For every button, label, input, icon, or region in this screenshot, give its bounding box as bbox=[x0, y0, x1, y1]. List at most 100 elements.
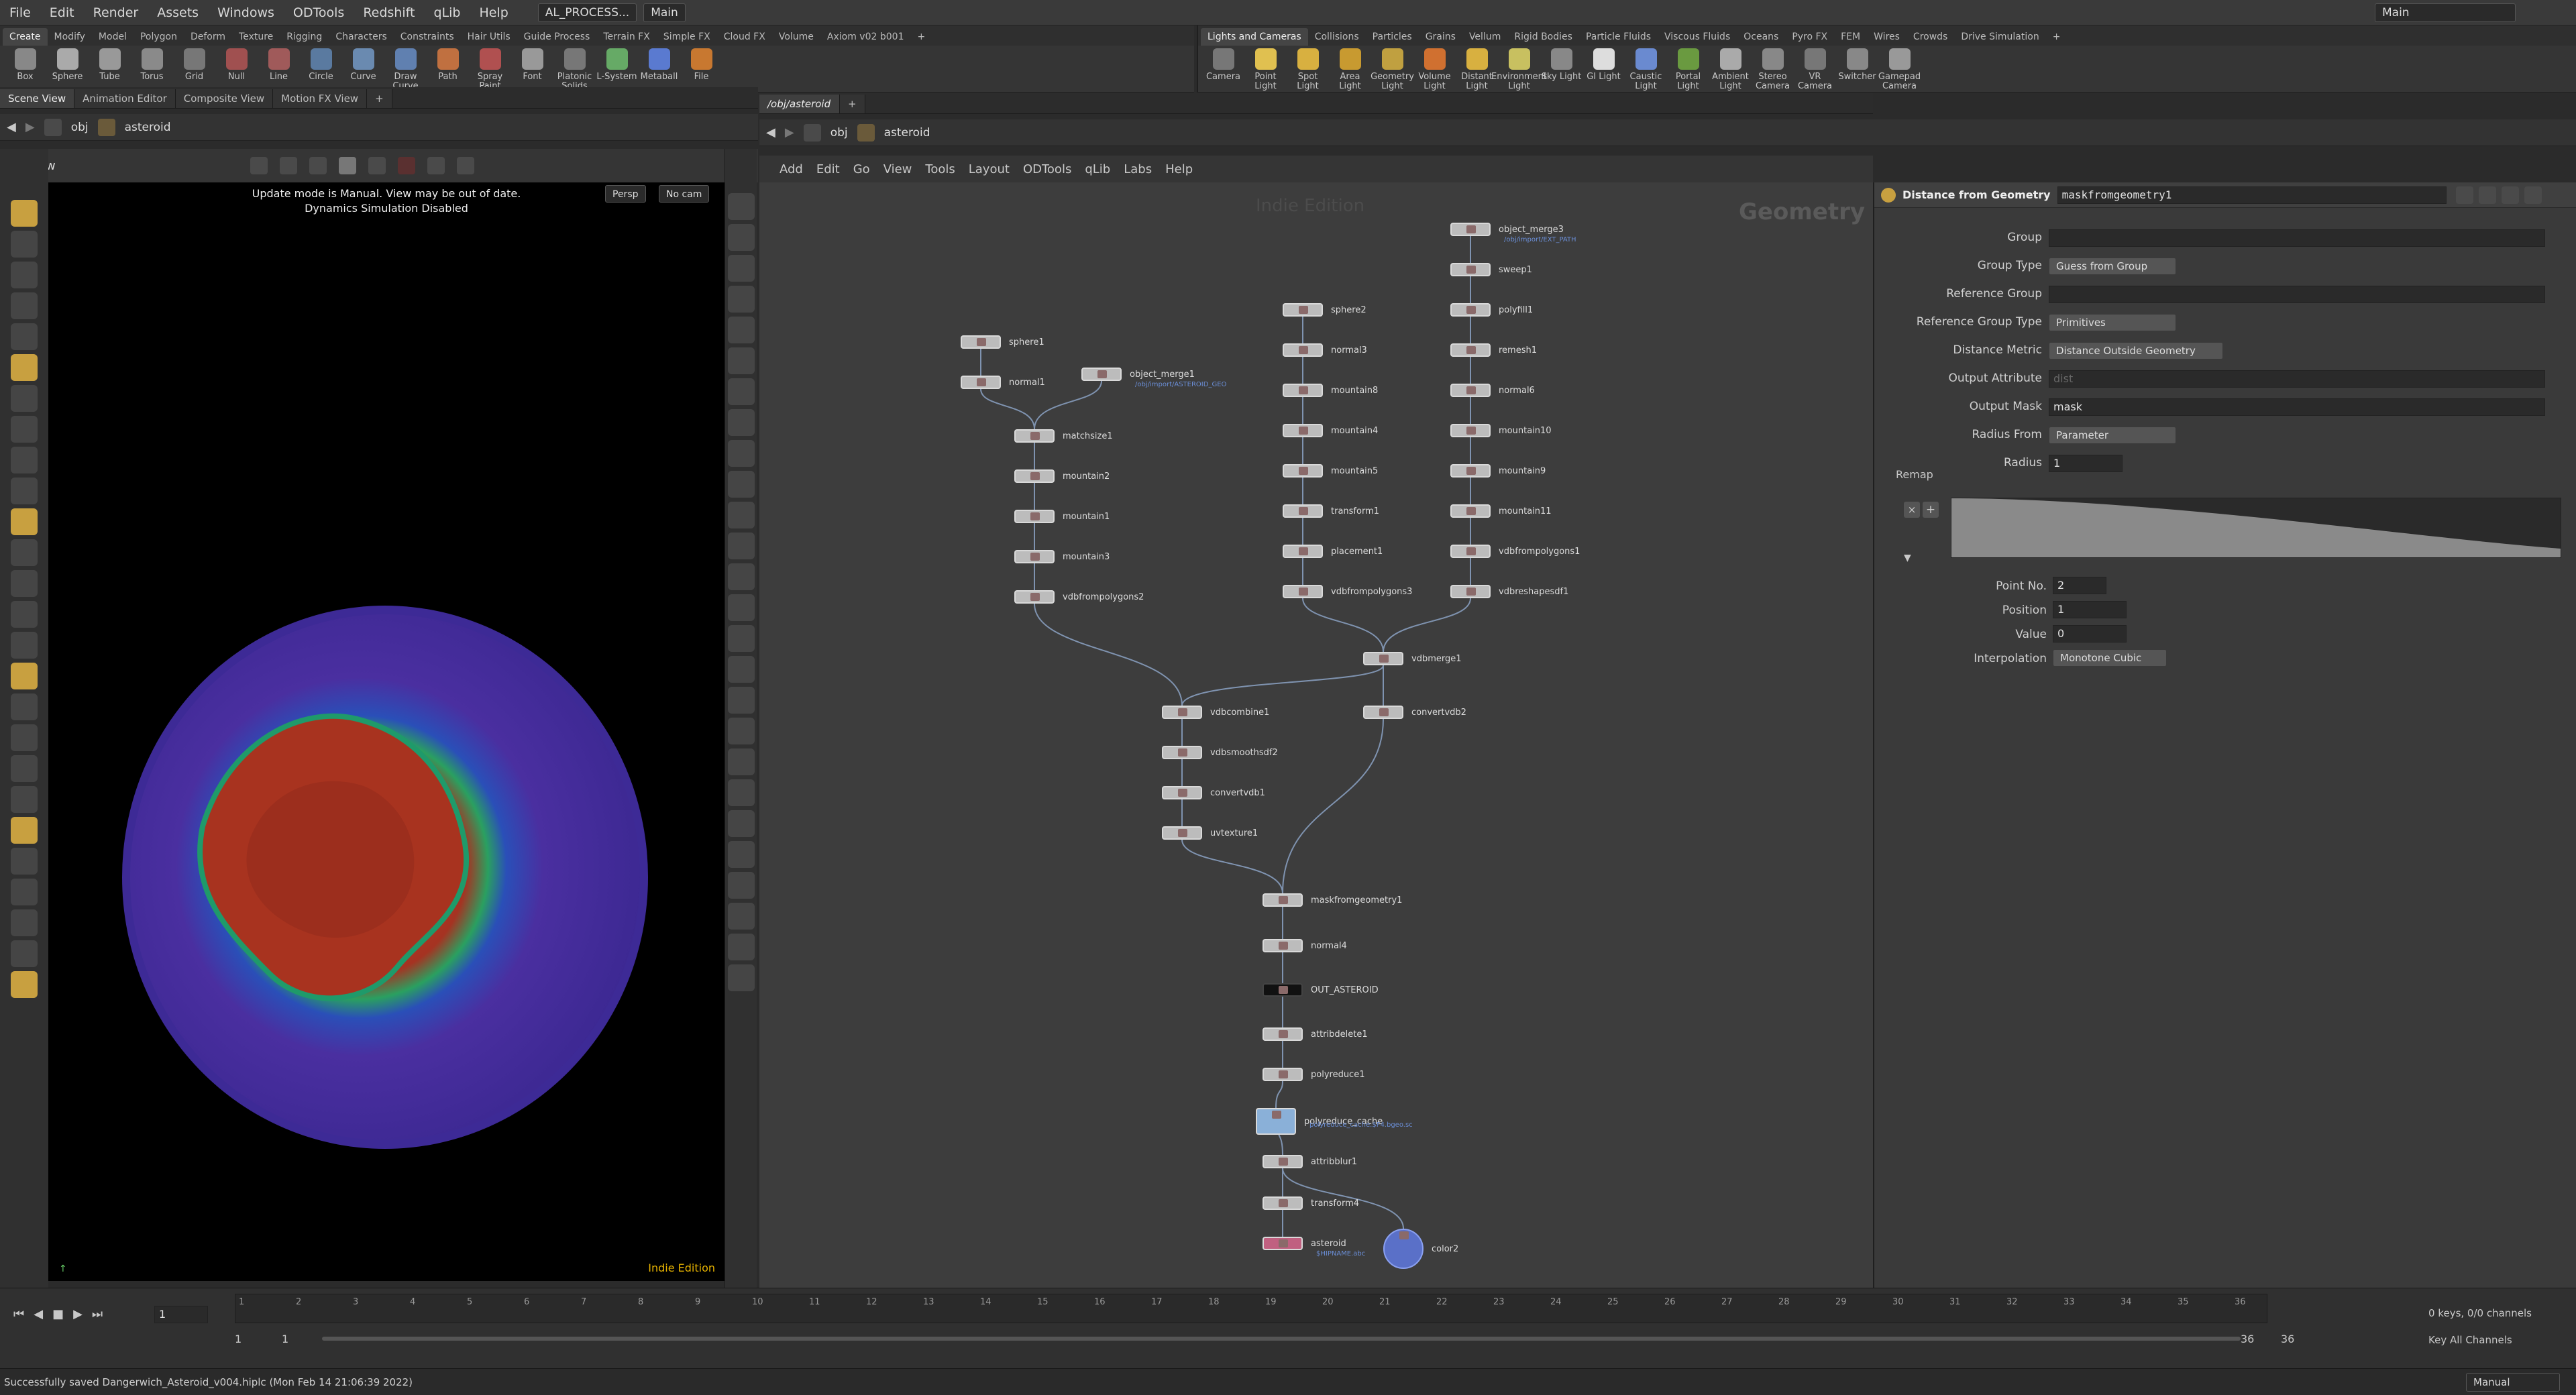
node-body[interactable] bbox=[1363, 652, 1403, 665]
network-node[interactable]: mountain5 bbox=[1283, 464, 1378, 478]
viewport-tool-icon[interactable] bbox=[11, 786, 38, 813]
shelf-tool[interactable]: Sphere bbox=[46, 48, 89, 82]
step-back-icon[interactable]: ◀ bbox=[34, 1307, 43, 1321]
viewport-tool-icon[interactable] bbox=[11, 539, 38, 566]
net-path-root[interactable]: obj bbox=[830, 126, 848, 140]
position-field[interactable]: 1 bbox=[2053, 601, 2127, 618]
network-node[interactable]: sweep1 bbox=[1450, 263, 1532, 276]
shelf-tool[interactable]: Point Light bbox=[1244, 48, 1287, 91]
shelf-tool[interactable]: Draw Curve bbox=[384, 48, 427, 91]
node-body[interactable] bbox=[961, 376, 1001, 389]
node-body[interactable] bbox=[1383, 1229, 1424, 1269]
node-body[interactable] bbox=[1263, 1155, 1303, 1168]
start-frame[interactable]: 1 bbox=[235, 1333, 241, 1345]
shelf-tool[interactable]: VR Camera bbox=[1794, 48, 1836, 91]
tab-motion-fx-view[interactable]: Motion FX View bbox=[273, 89, 368, 108]
shelf-tab-polygon[interactable]: Polygon bbox=[133, 28, 184, 46]
viewport-tool-icon[interactable] bbox=[727, 317, 755, 343]
viewport-tool-icon[interactable] bbox=[727, 378, 755, 405]
node-body[interactable] bbox=[1256, 1108, 1296, 1135]
viewport-tool-icon[interactable] bbox=[727, 255, 755, 282]
shelf-tool[interactable]: Curve bbox=[342, 48, 384, 82]
shelf-tab-grains[interactable]: Grains bbox=[1419, 28, 1462, 46]
viewport-tool-icon[interactable] bbox=[727, 193, 755, 220]
node-body[interactable] bbox=[1283, 424, 1323, 437]
viewport-tool-icon[interactable] bbox=[11, 262, 38, 288]
node-body[interactable] bbox=[1450, 504, 1491, 518]
viewport-tool-icon[interactable] bbox=[727, 471, 755, 498]
node-body[interactable] bbox=[1450, 384, 1491, 397]
viewport-tool-icon[interactable] bbox=[11, 848, 38, 875]
record-icon[interactable] bbox=[397, 157, 415, 174]
node-body[interactable] bbox=[1283, 585, 1323, 598]
network-node[interactable]: normal1 bbox=[961, 376, 1045, 389]
shelf-tool[interactable]: Caustic Light bbox=[1625, 48, 1667, 91]
viewport-tool-icon[interactable] bbox=[11, 231, 38, 258]
net-path-node[interactable]: asteroid bbox=[884, 126, 930, 140]
viewport-tool-icon[interactable] bbox=[11, 817, 38, 844]
shelf-tool[interactable]: Environment Light bbox=[1491, 48, 1547, 91]
viewport-tool-icon[interactable] bbox=[727, 594, 755, 621]
shelf-tool[interactable]: Sky Light bbox=[1540, 48, 1582, 82]
node-body[interactable] bbox=[1450, 464, 1491, 478]
shelf-tab-cloud-fx[interactable]: Cloud FX bbox=[717, 28, 772, 46]
viewport-tool-icon[interactable] bbox=[727, 872, 755, 899]
node-body[interactable] bbox=[1450, 545, 1491, 558]
viewport-tool-icon[interactable] bbox=[11, 879, 38, 905]
viewport-tool-icon[interactable] bbox=[727, 533, 755, 559]
shelf-tab-characters[interactable]: Characters bbox=[329, 28, 393, 46]
viewport-tool-icon[interactable] bbox=[727, 687, 755, 714]
end-frame-2[interactable]: 36 bbox=[2281, 1333, 2294, 1345]
parm-field[interactable]: dist bbox=[2049, 370, 2545, 388]
viewport-tool-icon[interactable] bbox=[727, 718, 755, 744]
node-body[interactable] bbox=[1450, 424, 1491, 437]
network-node[interactable]: vdbfrompolygons1 bbox=[1450, 545, 1580, 558]
viewport-tool-icon[interactable] bbox=[11, 447, 38, 473]
network-node[interactable]: convertvdb2 bbox=[1363, 706, 1466, 719]
parm-field[interactable] bbox=[2049, 286, 2545, 303]
shelf-tool[interactable]: Platonic Solids bbox=[553, 48, 596, 91]
shelf-tab-model[interactable]: Model bbox=[92, 28, 133, 46]
node-body[interactable] bbox=[1162, 746, 1202, 759]
shelf-tab-constraints[interactable]: Constraints bbox=[394, 28, 461, 46]
node-body[interactable] bbox=[1014, 510, 1055, 523]
network-node[interactable]: vdbsmoothsdf2 bbox=[1162, 746, 1278, 759]
network-node[interactable]: vdbreshapesdf1 bbox=[1450, 585, 1568, 598]
display-options-icon[interactable] bbox=[456, 157, 474, 174]
network-node[interactable]: maskfromgeometry1 bbox=[1263, 893, 1402, 907]
play-icon[interactable]: ▶ bbox=[73, 1307, 83, 1321]
viewport-tool-icon[interactable] bbox=[727, 224, 755, 251]
network-node[interactable]: mountain4 bbox=[1283, 424, 1378, 437]
viewport-tool-icon[interactable] bbox=[727, 625, 755, 652]
viewport-tool-icon[interactable] bbox=[727, 779, 755, 806]
viewport-tool-icon[interactable] bbox=[11, 478, 38, 504]
forward-arrow-icon[interactable]: ▶ bbox=[25, 120, 35, 134]
node-body[interactable] bbox=[1283, 303, 1323, 317]
shelf-tab-modify[interactable]: Modify bbox=[48, 28, 92, 46]
select-icon[interactable] bbox=[250, 157, 268, 174]
menu-file[interactable]: File bbox=[0, 0, 40, 25]
shelf-tab-viscous-fluids[interactable]: Viscous Fluids bbox=[1658, 28, 1737, 46]
viewport-tool-icon[interactable] bbox=[11, 508, 38, 535]
net-menu-add[interactable]: Add bbox=[780, 162, 803, 176]
node-body[interactable] bbox=[1450, 343, 1491, 357]
menu-assets[interactable]: Assets bbox=[148, 0, 208, 25]
parm-field[interactable]: Parameter bbox=[2049, 427, 2176, 444]
shelf-tab-lights-cameras[interactable]: Lights and Cameras bbox=[1201, 28, 1308, 46]
node-body[interactable] bbox=[1363, 706, 1403, 719]
node-body[interactable] bbox=[1014, 550, 1055, 563]
viewport-tool-icon[interactable] bbox=[11, 200, 38, 227]
shelf-tool[interactable]: Spot Light bbox=[1287, 48, 1329, 91]
network-node[interactable]: polyreduce_cache polyreduce_cache.$F4.bge… bbox=[1256, 1108, 1413, 1135]
node-body[interactable] bbox=[1263, 939, 1303, 952]
viewport-tool-icon[interactable] bbox=[727, 440, 755, 467]
remove-point-button[interactable]: × bbox=[1904, 502, 1920, 518]
shading-icon[interactable] bbox=[368, 157, 386, 174]
shelf-tool[interactable]: Ambient Light bbox=[1709, 48, 1752, 91]
network-node[interactable]: normal3 bbox=[1283, 343, 1367, 357]
viewport-tool-icon[interactable] bbox=[727, 810, 755, 837]
menu-help[interactable]: Help bbox=[470, 0, 517, 25]
node-body[interactable] bbox=[1263, 1196, 1303, 1210]
back-arrow-icon[interactable]: ◀ bbox=[7, 120, 16, 134]
viewport-tool-icon[interactable] bbox=[727, 748, 755, 775]
